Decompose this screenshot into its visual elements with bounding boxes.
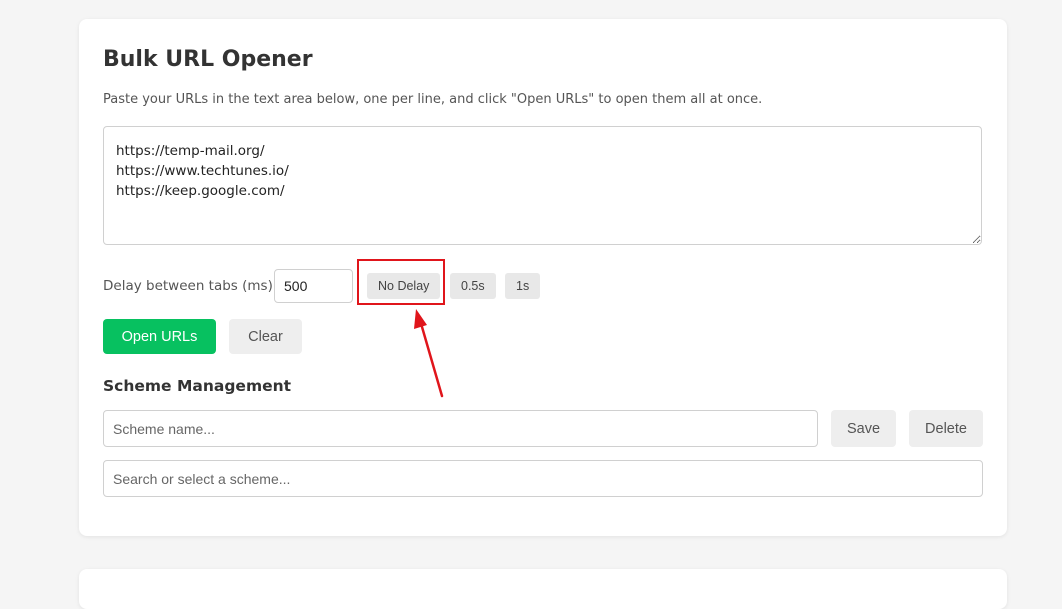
page-title: Bulk URL Opener [103, 47, 313, 72]
page-description: Paste your URLs in the text area below, … [103, 92, 763, 107]
bulk-url-opener-card: Bulk URL Opener Paste your URLs in the t… [79, 19, 1007, 536]
delay-label: Delay between tabs (ms): [103, 278, 278, 294]
scheme-name-input[interactable] [103, 410, 818, 447]
save-scheme-button[interactable]: Save [831, 410, 896, 447]
delete-scheme-button[interactable]: Delete [909, 410, 983, 447]
scheme-search-input[interactable] [103, 460, 983, 497]
open-urls-button[interactable]: Open URLs [103, 319, 216, 354]
delay-1s-button[interactable]: 1s [505, 273, 541, 299]
no-delay-button[interactable]: No Delay [367, 273, 441, 299]
delay-0-5s-button[interactable]: 0.5s [450, 273, 496, 299]
next-section-card [79, 569, 1007, 609]
clear-button[interactable]: Clear [229, 319, 302, 354]
delay-input[interactable] [274, 269, 353, 303]
scheme-management-title: Scheme Management [103, 377, 292, 395]
url-textarea[interactable]: https://temp-mail.org/ https://www.techt… [103, 126, 982, 245]
